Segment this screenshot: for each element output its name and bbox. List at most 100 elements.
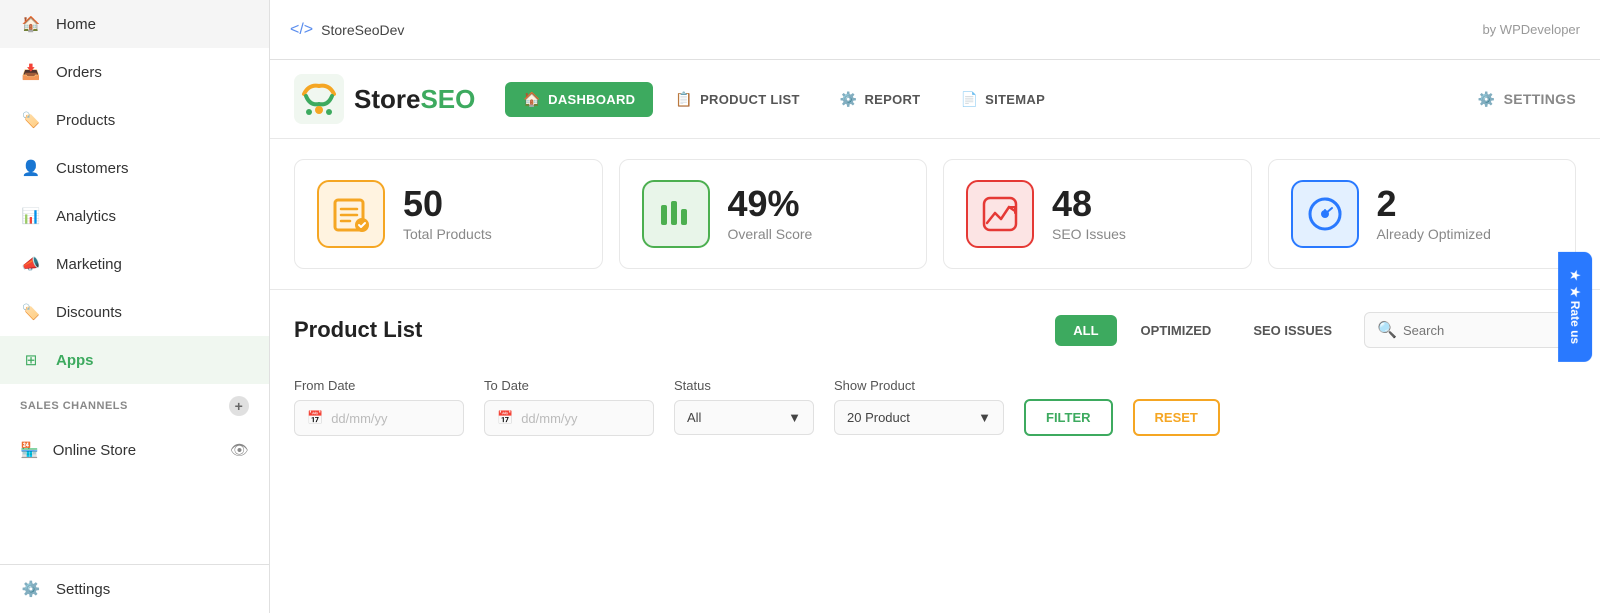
topbar-right: by WPDeveloper	[1482, 22, 1580, 37]
product-list-tab-icon: 📋	[675, 91, 693, 108]
sidebar-item-label: Discounts	[56, 304, 122, 321]
sidebar-item-label: Analytics	[56, 208, 116, 225]
seo-issues-number: 48	[1052, 186, 1126, 222]
filters-row: From Date 📅 dd/mm/yy To Date 📅 dd/mm/yy …	[294, 370, 1576, 436]
sidebar-item-marketing[interactable]: 📣 Marketing	[0, 240, 269, 288]
from-date-input[interactable]: 📅 dd/mm/yy	[294, 400, 464, 436]
tab-dashboard-label: DASHBOARD	[548, 92, 635, 107]
online-store-label: Online Store	[53, 442, 136, 459]
status-select[interactable]: All ▼	[674, 400, 814, 435]
products-icon: 🏷️	[20, 109, 42, 131]
sidebar-item-settings[interactable]: ⚙️ Settings	[0, 565, 269, 613]
show-product-group: Show Product 20 Product ▼	[834, 378, 1004, 435]
show-product-value: 20 Product	[847, 410, 910, 425]
sales-channels-label: SALES CHANNELS	[20, 400, 128, 412]
main-content: </> StoreSeoDev by WPDeveloper StoreSEO …	[270, 0, 1600, 613]
settings-nav-button[interactable]: ⚙️ SETTINGS	[1478, 91, 1576, 108]
sidebar-item-label: Apps	[56, 352, 94, 369]
seo-issues-label: SEO Issues	[1052, 226, 1126, 242]
status-label: Status	[674, 378, 814, 393]
tab-dashboard[interactable]: 🏠 DASHBOARD	[505, 82, 653, 117]
logo-text: StoreSEO	[354, 84, 475, 115]
total-products-label: Total Products	[403, 226, 492, 242]
sidebar-item-analytics[interactable]: 📊 Analytics	[0, 192, 269, 240]
sidebar-item-apps[interactable]: ⊞ Apps	[0, 336, 269, 384]
tab-report-label: REPORT	[864, 92, 920, 107]
logo-text-colored: SEO	[420, 84, 475, 114]
stats-row: 50 Total Products 49% Overall Score	[270, 139, 1600, 290]
rate-us-label: ★ Rate us	[1568, 286, 1582, 343]
filter-tab-optimized[interactable]: OPTIMIZED	[1123, 315, 1230, 346]
calendar-icon: 📅	[307, 410, 323, 426]
analytics-icon: 📊	[20, 205, 42, 227]
sales-channels-header: SALES CHANNELS +	[0, 384, 269, 428]
stat-seo-issues: 48 SEO Issues	[943, 159, 1252, 269]
already-optimized-icon	[1306, 195, 1344, 233]
seo-issues-icon-box	[966, 180, 1034, 248]
sidebar: 🏠 Home 📥 Orders 🏷️ Products 👤 Customers …	[0, 0, 270, 613]
seo-issues-icon	[981, 195, 1019, 233]
settings-gear-icon: ⚙️	[1478, 91, 1496, 108]
orders-icon: 📥	[20, 61, 42, 83]
sidebar-item-home[interactable]: 🏠 Home	[0, 0, 269, 48]
tab-product-list-label: PRODUCT LIST	[700, 92, 800, 107]
sidebar-item-label: Home	[56, 16, 96, 33]
already-optimized-label: Already Optimized	[1377, 226, 1491, 242]
customers-icon: 👤	[20, 157, 42, 179]
topbar: </> StoreSeoDev by WPDeveloper	[270, 0, 1600, 60]
total-products-icon	[332, 195, 370, 233]
to-date-input[interactable]: 📅 dd/mm/yy	[484, 400, 654, 436]
stat-overall-score-text: 49% Overall Score	[728, 186, 813, 242]
to-date-placeholder: dd/mm/yy	[521, 411, 577, 426]
settings-icon: ⚙️	[20, 578, 42, 600]
eye-icon: 👁	[230, 441, 249, 459]
overall-score-label: Overall Score	[728, 226, 813, 242]
star-icon: ★	[1568, 269, 1582, 280]
code-icon: </>	[290, 21, 313, 39]
sidebar-bottom: ⚙️ Settings	[0, 564, 269, 613]
filter-tabs: ALL OPTIMIZED SEO ISSUES	[1055, 315, 1350, 346]
overall-score-icon	[657, 195, 695, 233]
already-optimized-icon-box	[1291, 180, 1359, 248]
sidebar-item-discounts[interactable]: 🏷️ Discounts	[0, 288, 269, 336]
settings-nav-label: SETTINGS	[1504, 91, 1576, 107]
filter-tab-all[interactable]: ALL	[1055, 315, 1116, 346]
show-product-label: Show Product	[834, 378, 1004, 393]
to-date-label: To Date	[484, 378, 654, 393]
sidebar-item-orders[interactable]: 📥 Orders	[0, 48, 269, 96]
tab-sitemap[interactable]: 📄 SITEMAP	[942, 82, 1063, 117]
from-date-label: From Date	[294, 378, 464, 393]
show-product-select[interactable]: 20 Product ▼	[834, 400, 1004, 435]
report-tab-icon: ⚙️	[840, 91, 858, 108]
discounts-icon: 🏷️	[20, 301, 42, 323]
marketing-icon: 📣	[20, 253, 42, 275]
sidebar-item-products[interactable]: 🏷️ Products	[0, 96, 269, 144]
filter-tab-seo-issues[interactable]: SEO ISSUES	[1235, 315, 1350, 346]
apps-icon: ⊞	[20, 349, 42, 371]
total-products-number: 50	[403, 186, 492, 222]
reset-button[interactable]: RESET	[1133, 399, 1220, 436]
overall-score-icon-box	[642, 180, 710, 248]
search-area[interactable]: 🔍	[1364, 312, 1576, 348]
settings-label: Settings	[56, 581, 110, 598]
product-list-header: Product List ALL OPTIMIZED SEO ISSUES 🔍	[294, 312, 1576, 348]
rate-us-button[interactable]: ★ ★ Rate us	[1558, 251, 1592, 361]
stat-overall-score: 49% Overall Score	[619, 159, 928, 269]
add-sales-channel-button[interactable]: +	[229, 396, 249, 416]
search-input[interactable]	[1403, 323, 1563, 338]
by-developer: by WPDeveloper	[1482, 22, 1580, 37]
overall-score-number: 49%	[728, 186, 813, 222]
sidebar-item-label: Products	[56, 112, 115, 129]
tab-sitemap-label: SITEMAP	[985, 92, 1045, 107]
dashboard-tab-icon: 🏠	[523, 91, 541, 108]
chevron-down-icon: ▼	[788, 410, 801, 425]
sitemap-tab-icon: 📄	[960, 91, 978, 108]
tab-report[interactable]: ⚙️ REPORT	[822, 82, 939, 117]
sidebar-item-online-store[interactable]: 🏪 Online Store 👁	[0, 428, 269, 472]
plugin-header: StoreSEO 🏠 DASHBOARD 📋 PRODUCT LIST ⚙️ R…	[270, 60, 1600, 139]
sidebar-item-customers[interactable]: 👤 Customers	[0, 144, 269, 192]
tab-product-list[interactable]: 📋 PRODUCT LIST	[657, 82, 817, 117]
filter-button[interactable]: FILTER	[1024, 399, 1113, 436]
product-list-title: Product List	[294, 317, 422, 343]
status-value: All	[687, 410, 701, 425]
